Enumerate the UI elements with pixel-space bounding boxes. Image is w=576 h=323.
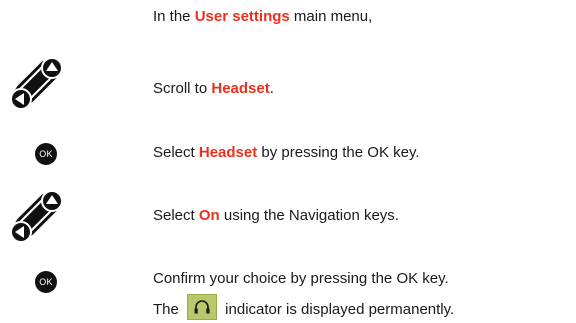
step-confirm: Confirm your choice by pressing the OK k… <box>153 270 449 288</box>
step-text: . <box>269 80 274 97</box>
step-text: indicator is displayed permanently. <box>221 301 455 318</box>
step-text: main menu, <box>289 8 373 25</box>
step-scroll-headset: Scroll to Headset. <box>153 80 274 98</box>
ok-key-icon: OK <box>35 143 57 165</box>
step-text: using the Navigation keys. <box>219 207 399 224</box>
step-select-on: Select On using the Navigation keys. <box>153 207 399 225</box>
option-highlight: On <box>198 207 220 224</box>
step-text: Select <box>153 207 199 224</box>
step-select-headset: Select Headset by pressing the OK key. <box>153 144 420 162</box>
step-text: In the <box>153 8 195 25</box>
headset-indicator-icon <box>187 294 218 320</box>
ok-key-label: OK <box>39 277 53 287</box>
step-indicator: The indicator is displayed permanently. <box>153 294 454 320</box>
step-user-settings: In the User settings main menu, <box>153 8 372 26</box>
navigation-keys-icon <box>10 57 63 110</box>
menu-name-highlight: User settings <box>194 8 290 25</box>
step-text: Scroll to <box>153 80 212 97</box>
step-text: Confirm your choice by pressing the OK k… <box>153 270 449 287</box>
ok-key-icon: OK <box>35 271 57 293</box>
menu-item-highlight: Headset <box>198 144 258 161</box>
menu-item-highlight: Headset <box>211 80 270 97</box>
step-text: Select <box>153 144 199 161</box>
ok-key-label: OK <box>39 149 53 159</box>
navigation-keys-icon <box>10 190 63 243</box>
step-text: The <box>153 301 184 318</box>
step-text: by pressing the OK key. <box>257 144 420 161</box>
